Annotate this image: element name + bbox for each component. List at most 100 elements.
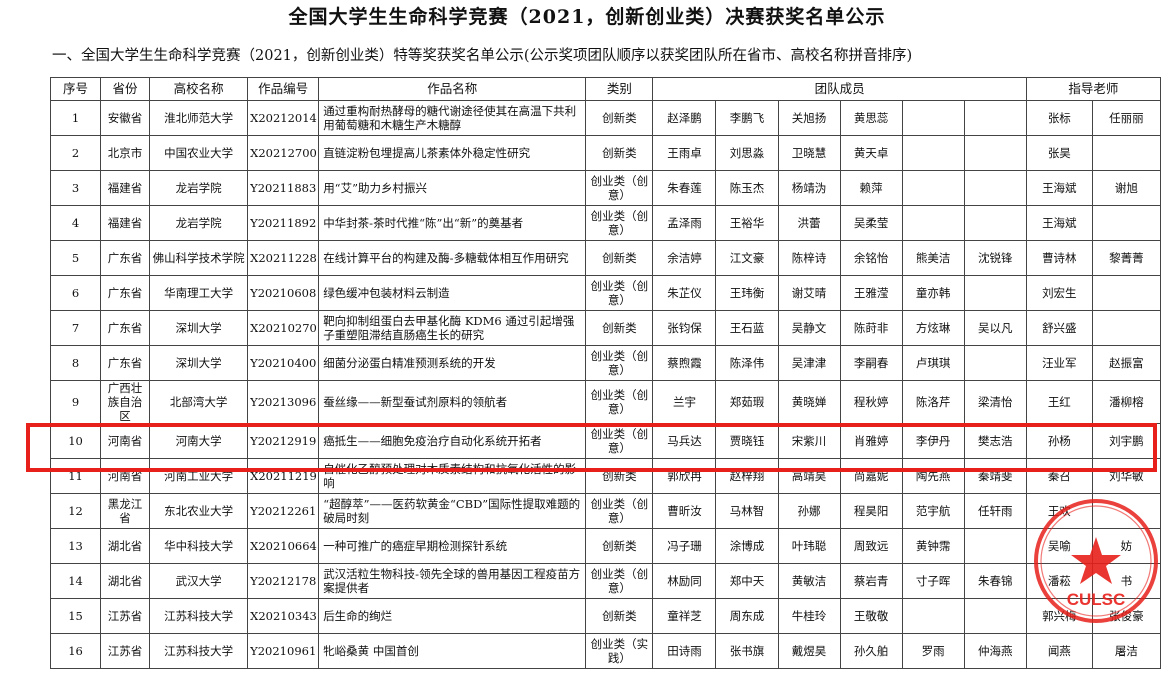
cell-province: 河南省 xyxy=(100,458,151,494)
cell-school: 华中科技大学 xyxy=(149,528,249,564)
cell-title: 直链淀粉包埋提高儿茶素体外稳定性研究 xyxy=(318,135,587,171)
cell-code: X20210664 xyxy=(247,528,320,564)
cell-title: 牝峪桑黄 中国首创 xyxy=(318,633,587,669)
cell-school: 淮北师范大学 xyxy=(149,100,249,136)
table-row: 11 河南省 河南工业大学 X20211219 自催化乙醇预处理对木质素结构和抗氧化活性… xyxy=(49,458,1162,494)
cell-member: 余洁婷 xyxy=(652,240,717,276)
cell-member xyxy=(901,100,965,136)
table-row: 10 河南省 河南大学 Y20212919 癌抵生——细胞免疫治疗自动化系统开拓者 创业类… xyxy=(49,423,1162,459)
cell-member xyxy=(963,345,1027,381)
cell-member: 洪蕾 xyxy=(777,205,841,241)
cell-member: 朱春莲 xyxy=(652,170,717,206)
cell-advisor: 张俊豪 xyxy=(1091,598,1162,634)
cell-member: 王石蓝 xyxy=(715,310,779,346)
cell-member: 杨靖沩 xyxy=(777,170,841,206)
cell-advisor: 闻燕 xyxy=(1025,633,1093,669)
cell-member: 蔡煦霞 xyxy=(652,345,717,381)
cell-school: 河南大学 xyxy=(149,423,249,459)
cell-advisor: 赵振富 xyxy=(1091,345,1162,381)
cell-category: 创业类（创意） xyxy=(585,345,654,381)
cell-member: 王裕华 xyxy=(715,205,779,241)
cell-code: Y20210400 xyxy=(247,345,320,381)
cell-advisor xyxy=(1091,310,1162,346)
cell-advisor: 书 xyxy=(1091,563,1162,599)
cell-member: 李嗣春 xyxy=(839,345,903,381)
cell-member: 吴柔莹 xyxy=(839,205,903,241)
cell-code: Y20210961 xyxy=(247,633,320,669)
cell-school: 中国农业大学 xyxy=(149,135,249,171)
cell-title: “超醇萃”——医药软黄金“CBD”国际性提取难题的破局时刻 xyxy=(318,493,587,529)
cell-category: 创业类（创意） xyxy=(585,423,654,459)
cell-member: 林励同 xyxy=(652,563,717,599)
cell-member: 陈泽伟 xyxy=(715,345,779,381)
cell-category: 创新类 xyxy=(585,458,654,494)
cell-code: X20212014 xyxy=(247,100,320,136)
cell-province: 北京市 xyxy=(100,135,151,171)
table-body: 1 安徽省 淮北师范大学 X20212014 通过重构耐热酵母的糖代谢途径使其在高温下共… xyxy=(49,100,1162,669)
cell-title: 细菌分泌蛋白精准预测系统的开发 xyxy=(318,345,587,381)
cell-province: 广东省 xyxy=(100,240,151,276)
cell-member: 朱芷仪 xyxy=(652,275,717,311)
cell-member xyxy=(901,170,965,206)
cell-member: 李鹏飞 xyxy=(715,100,779,136)
cell-member xyxy=(963,170,1027,206)
cell-member: 王雨卓 xyxy=(652,135,717,171)
cell-member: 周致远 xyxy=(839,528,903,564)
cell-member: 陈梓诗 xyxy=(777,240,841,276)
cell-advisor: 张昊 xyxy=(1025,135,1093,171)
table-row: 1 安徽省 淮北师范大学 X20212014 通过重构耐热酵母的糖代谢途径使其在高温下共… xyxy=(49,100,1162,136)
cell-member: 余铭怡 xyxy=(839,240,903,276)
cell-category: 创业类（创意） xyxy=(585,563,654,599)
cell-advisor xyxy=(1091,493,1162,529)
table-row: 2 北京市 中国农业大学 X20212700 直链淀粉包埋提高儿茶素体外稳定性研究 创新类… xyxy=(49,135,1162,171)
cell-school: 江苏科技大学 xyxy=(149,633,249,669)
cell-province: 安徽省 xyxy=(100,100,151,136)
cell-school: 武汉大学 xyxy=(149,563,249,599)
cell-member xyxy=(963,205,1027,241)
cell-member: 张书旗 xyxy=(715,633,779,669)
cell-advisor: 吴喻 xyxy=(1025,528,1093,564)
cell-advisor xyxy=(1091,275,1162,311)
header-title: 作品名称 xyxy=(318,77,587,101)
table-row: 8 广东省 深圳大学 Y20210400 细菌分泌蛋白精准预测系统的开发 创业类（创意）蔡… xyxy=(49,345,1162,381)
cell-code: Y20211883 xyxy=(247,170,320,206)
section-title: 一、全国大学生生命科学竞赛（2021，创新创业类）特等奖获奖名单公示(公示奖项团… xyxy=(52,48,913,64)
cell-member: 尚嘉妮 xyxy=(839,458,903,494)
cell-province: 江苏省 xyxy=(100,598,151,634)
cell-province: 湖北省 xyxy=(100,563,151,599)
header-members: 团队成员 xyxy=(652,77,1027,101)
cell-member xyxy=(963,275,1027,311)
cell-code: X20210270 xyxy=(247,310,320,346)
cell-no: 7 xyxy=(49,310,102,346)
cell-advisor: 刘华敏 xyxy=(1091,458,1162,494)
cell-member: 陈洛芹 xyxy=(901,380,965,424)
cell-member: 叶玮聪 xyxy=(777,528,841,564)
cell-school: 深圳大学 xyxy=(149,345,249,381)
cell-school: 河南工业大学 xyxy=(149,458,249,494)
cell-member: 王雅滢 xyxy=(839,275,903,311)
cell-category: 创业类（创意） xyxy=(585,493,654,529)
cell-advisor: 屠洁 xyxy=(1091,633,1162,669)
cell-member: 任轩雨 xyxy=(963,493,1027,529)
cell-advisor: 刘宏生 xyxy=(1025,275,1093,311)
cell-title: 后生命的绚烂 xyxy=(318,598,587,634)
cell-province: 湖北省 xyxy=(100,528,151,564)
cell-school: 佛山科学技术学院 xyxy=(149,240,249,276)
cell-member: 赖萍 xyxy=(839,170,903,206)
cell-code: X20210343 xyxy=(247,598,320,634)
cell-member: 仲海燕 xyxy=(963,633,1027,669)
cell-province: 广东省 xyxy=(100,275,151,311)
cell-member: 卫晓慧 xyxy=(777,135,841,171)
cell-province: 广西壮族自治区 xyxy=(100,380,151,424)
cell-member: 赵泽鹏 xyxy=(652,100,717,136)
cell-code: Y20212261 xyxy=(247,493,320,529)
cell-member: 涂博成 xyxy=(715,528,779,564)
document-title: 全国大学生生命科学竞赛（2021，创新创业类）决赛获奖名单公示 xyxy=(288,6,886,28)
cell-code: X20211219 xyxy=(247,458,320,494)
cell-member: 罗雨 xyxy=(901,633,965,669)
cell-province: 广东省 xyxy=(100,310,151,346)
cell-code: X20212700 xyxy=(247,135,320,171)
cell-advisor: 任丽丽 xyxy=(1091,100,1162,136)
cell-member xyxy=(901,598,965,634)
cell-member: 程昊阳 xyxy=(839,493,903,529)
